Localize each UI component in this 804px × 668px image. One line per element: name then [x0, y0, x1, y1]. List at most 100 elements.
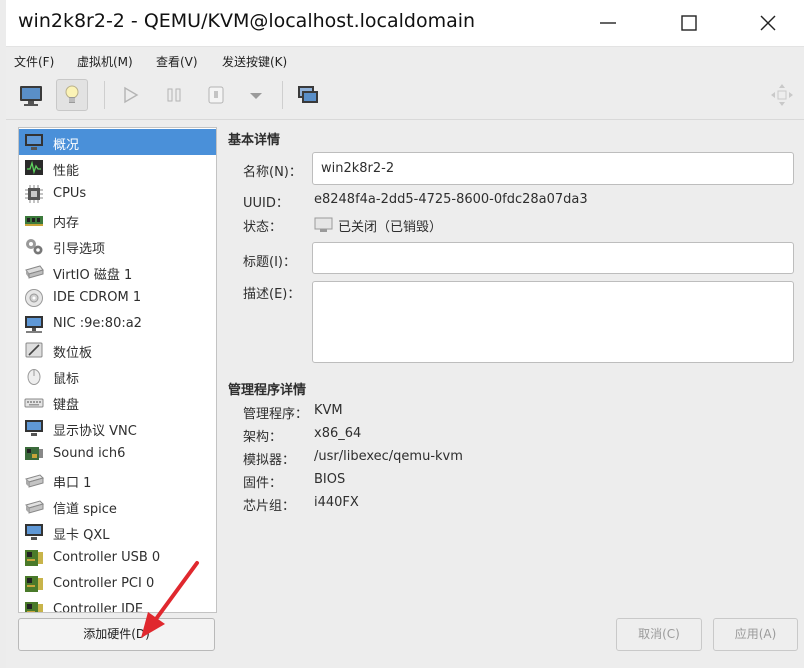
- hypervisor-value: KVM: [314, 403, 343, 418]
- menu-bar: 文件(F) 虚拟机(M) 查看(V) 发送按键(K): [6, 47, 804, 73]
- sidebar-item-keyboard[interactable]: 键盘: [19, 389, 216, 415]
- disk-drive-icon: [25, 265, 44, 279]
- show-console-button[interactable]: [15, 79, 47, 111]
- hardware-list: 概况 性能 CPUs 内存 引导选项 VirtIO 磁盘 1 IDE CDROM…: [18, 127, 217, 613]
- sidebar-item-controller-pci[interactable]: Controller PCI 0: [19, 571, 216, 597]
- basic-details-heading: 基本详情: [228, 133, 281, 148]
- title-input[interactable]: [313, 243, 793, 273]
- sidebar-item-ide-cdrom[interactable]: IDE CDROM 1: [19, 285, 216, 311]
- memory-module-icon: [25, 216, 43, 226]
- menu-file[interactable]: 文件(F): [14, 53, 54, 70]
- close-icon: [760, 15, 776, 31]
- sidebar-item-label: 鼠标: [53, 372, 80, 387]
- console-monitor-icon: [20, 86, 42, 106]
- sidebar-item-memory[interactable]: 内存: [19, 207, 216, 233]
- sidebar-item-tablet[interactable]: 数位板: [19, 337, 216, 363]
- controller-board-icon: [25, 550, 43, 566]
- tablet-icon: [25, 342, 43, 358]
- shutoff-monitor-icon: [314, 217, 333, 232]
- pause-button[interactable]: [158, 79, 190, 111]
- apply-button[interactable]: 应用(A): [713, 618, 798, 651]
- sidebar-item-mouse[interactable]: 鼠标: [19, 363, 216, 389]
- close-button[interactable]: [752, 8, 784, 38]
- title-field[interactable]: [312, 242, 794, 274]
- sidebar-item-boot-options[interactable]: 引导选项: [19, 233, 216, 259]
- sidebar-item-sound[interactable]: Sound ich6: [19, 441, 216, 467]
- sidebar-item-label: 键盘: [53, 398, 80, 413]
- sidebar-item-virtio-disk[interactable]: VirtIO 磁盘 1: [19, 259, 216, 285]
- channel-icon: [25, 500, 44, 514]
- sidebar-item-label: 性能: [53, 164, 80, 179]
- sidebar-item-label: Controller USB 0: [53, 550, 161, 565]
- sidebar-item-label: 数位板: [53, 346, 93, 361]
- sidebar-item-controller-ide[interactable]: Controller IDE: [19, 597, 216, 613]
- hypervisor-label: 管理程序：: [243, 407, 309, 422]
- menu-vm[interactable]: 虚拟机(M): [77, 53, 133, 70]
- pause-icon: [167, 88, 181, 102]
- chipset-value: i440FX: [314, 495, 359, 510]
- video-card-icon: [25, 524, 43, 540]
- uuid-value: e8248f4a-2dd5-4725-8600-0fdc28a07da3: [314, 192, 588, 207]
- menu-send-key[interactable]: 发送按键(K): [222, 53, 287, 70]
- status-value: 已关闭（已销毁）: [338, 220, 443, 235]
- sidebar-item-serial[interactable]: 串口 1: [19, 467, 216, 493]
- run-button[interactable]: [114, 79, 146, 111]
- window-title: win2k8r2-2 - QEMU/KVM@localhost.localdom…: [18, 10, 476, 32]
- controller-board-icon: [25, 602, 43, 612]
- firmware-label: 固件：: [243, 476, 283, 491]
- sidebar-item-label: 显卡 QXL: [53, 528, 110, 543]
- show-details-button[interactable]: [56, 79, 88, 111]
- multi-monitor-icon: [298, 86, 318, 103]
- sidebar-item-label: 显示协议 VNC: [53, 424, 137, 439]
- name-field[interactable]: [312, 152, 794, 185]
- sidebar-item-label: Controller IDE: [53, 602, 144, 613]
- sidebar-item-controller-usb[interactable]: Controller USB 0: [19, 545, 216, 571]
- description-textarea[interactable]: [313, 282, 793, 362]
- shutdown-menu-button[interactable]: [240, 79, 272, 111]
- toolbar: [6, 73, 804, 120]
- sidebar-item-performance[interactable]: 性能: [19, 155, 216, 181]
- sidebar-item-display-vnc[interactable]: 显示协议 VNC: [19, 415, 216, 441]
- toolbar-separator: [282, 81, 283, 109]
- name-label: 名称(N)：: [243, 165, 302, 180]
- toolbar-separator: [104, 81, 105, 109]
- minimize-button[interactable]: [592, 8, 624, 38]
- cancel-button[interactable]: 取消(C): [616, 618, 702, 651]
- minimize-icon: [600, 22, 616, 24]
- firmware-value: BIOS: [314, 472, 346, 487]
- uuid-label: UUID：: [243, 196, 289, 211]
- performance-graph-icon: [25, 160, 43, 175]
- keyboard-icon: [24, 398, 44, 408]
- sidebar-item-label: 串口 1: [53, 476, 92, 491]
- chipset-label: 芯片组：: [243, 499, 296, 514]
- sidebar-item-label: CPUs: [53, 186, 87, 201]
- sound-card-icon: [25, 447, 43, 460]
- fullscreen-button[interactable]: [766, 79, 798, 111]
- boot-options-gears-icon: [26, 239, 43, 255]
- emulator-label: 模拟器：: [243, 453, 296, 468]
- shutdown-button[interactable]: [200, 79, 232, 111]
- status-label: 状态：: [243, 220, 283, 235]
- add-hardware-button[interactable]: 添加硬件(D): [18, 618, 215, 651]
- sidebar-item-channel[interactable]: 信道 spice: [19, 493, 216, 519]
- screenshots-button[interactable]: [292, 79, 324, 111]
- hypervisor-details-heading: 管理程序详情: [228, 383, 307, 398]
- sidebar-item-cpus[interactable]: CPUs: [19, 181, 216, 207]
- maximize-icon: [681, 15, 697, 31]
- sidebar-item-overview[interactable]: 概况: [19, 129, 216, 155]
- sidebar-item-label: Sound ich6: [53, 446, 126, 461]
- menu-view[interactable]: 查看(V): [156, 53, 198, 70]
- maximize-button[interactable]: [672, 8, 704, 38]
- description-field[interactable]: [312, 281, 794, 363]
- sidebar-item-video-card[interactable]: 显卡 QXL: [19, 519, 216, 545]
- name-input[interactable]: [313, 153, 793, 184]
- sidebar-item-label: 内存: [53, 216, 80, 231]
- fullscreen-arrows-icon: [771, 84, 793, 106]
- sidebar-item-label: 引导选项: [53, 242, 106, 257]
- sidebar-item-label: 概况: [53, 138, 80, 153]
- sidebar-item-nic[interactable]: NIC :9e:80:a2: [19, 311, 216, 337]
- mouse-icon: [27, 369, 41, 385]
- description-label: 描述(E)：: [243, 287, 301, 302]
- play-icon: [124, 86, 139, 104]
- sidebar-item-label: Controller PCI 0: [53, 576, 155, 591]
